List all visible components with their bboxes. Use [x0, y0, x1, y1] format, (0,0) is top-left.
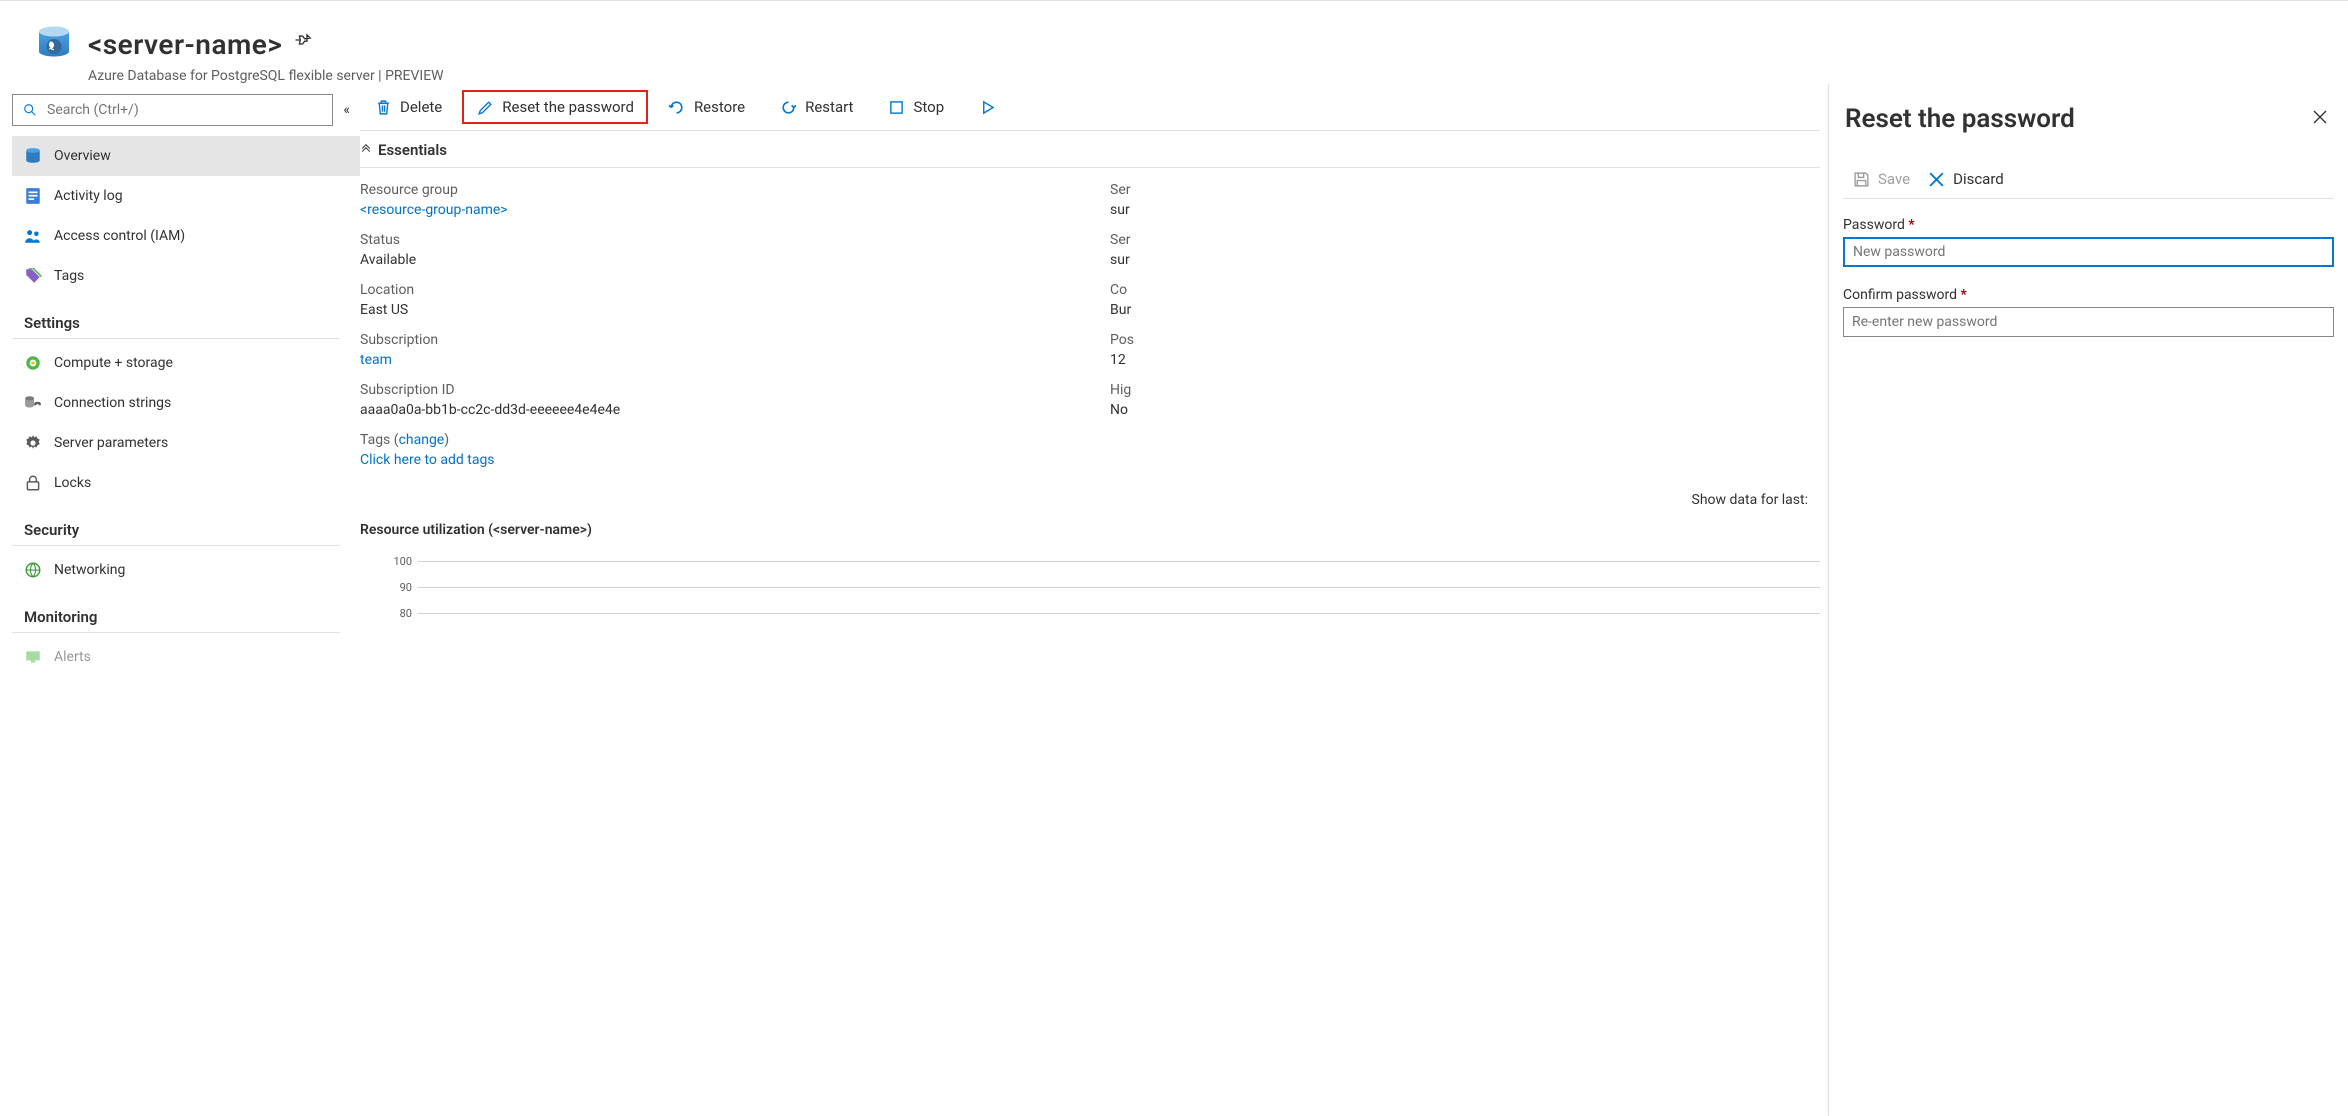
tags-change-link[interactable]: change	[399, 432, 445, 448]
sidebar-item-locks[interactable]: Locks	[12, 463, 360, 503]
sidebar-item-label: Overview	[54, 148, 111, 164]
gear-icon	[24, 434, 42, 452]
restart-icon	[779, 98, 797, 116]
play-icon	[978, 98, 996, 116]
log-icon	[24, 187, 42, 205]
ess-label-location: Location	[360, 282, 1070, 298]
cmd-reset-password[interactable]: Reset the password	[462, 90, 648, 124]
ess-value-server-name: sur	[1110, 202, 1820, 218]
ess-label-ha: Hig	[1110, 382, 1820, 398]
tag-icon	[24, 267, 42, 285]
cmd-delete[interactable]: Delete	[360, 90, 456, 124]
ess-label-status: Status	[360, 232, 1070, 248]
conn-icon	[24, 394, 42, 412]
save-icon	[1853, 171, 1870, 188]
chevron-up-icon	[360, 144, 372, 156]
collapse-sidebar-icon[interactable]: «	[343, 102, 350, 118]
ess-value-sub-id: aaaa0a0a-bb1b-cc2c-dd3d-eeeeee4e4e4e	[360, 402, 1070, 418]
discard-icon	[1928, 171, 1945, 188]
sidebar-item-label: Activity log	[54, 188, 123, 204]
sidebar-item-alerts[interactable]: Alerts	[12, 637, 360, 677]
sidebar-item-connection-strings[interactable]: Connection strings	[12, 383, 360, 423]
panel-save-button[interactable]: Save	[1853, 170, 1910, 188]
sidebar-item-activity-log[interactable]: Activity log	[12, 176, 360, 216]
chart-title: Resource utilization (<server-name>)	[360, 508, 1828, 548]
resource-title: <server-name>	[88, 28, 282, 61]
confirm-password-label: Confirm password *	[1843, 287, 2334, 303]
ess-value-status: Available	[360, 252, 1070, 268]
pin-icon[interactable]	[294, 33, 312, 55]
sidebar-item-networking[interactable]: Networking	[12, 550, 360, 590]
close-icon[interactable]	[2312, 109, 2328, 129]
nav-search-box[interactable]	[12, 94, 333, 126]
sidebar-group-monitoring: Monitoring	[12, 590, 340, 633]
cmd-restart[interactable]: Restart	[765, 90, 867, 124]
ess-value-ha: No	[1110, 402, 1820, 418]
ess-label-pg-version: Pos	[1110, 332, 1820, 348]
sidebar-group-security: Security	[12, 503, 340, 546]
cmd-start[interactable]	[964, 90, 998, 124]
show-data-for-last: Show data for last:	[360, 468, 1828, 508]
sidebar-item-label: Access control (IAM)	[54, 228, 185, 244]
password-input[interactable]	[1843, 237, 2334, 267]
essentials-toggle[interactable]: Essentials	[360, 130, 1820, 168]
sidebar-item-label: Server parameters	[54, 435, 168, 451]
ess-label-configuration: Co	[1110, 282, 1820, 298]
panel-discard-button[interactable]: Discard	[1928, 170, 2004, 188]
network-icon	[24, 561, 42, 579]
server-icon	[24, 147, 42, 165]
nav-search-input[interactable]	[45, 101, 322, 119]
sidebar-item-label: Compute + storage	[54, 355, 173, 371]
cmd-stop[interactable]: Stop	[873, 90, 958, 124]
resource-postgres-icon	[32, 22, 76, 66]
ess-label-subscription: Subscription	[360, 332, 1070, 348]
ess-label-server-admin: Ser	[1110, 232, 1820, 248]
sidebar-item-label: Locks	[54, 475, 91, 491]
pencil-icon	[476, 98, 494, 116]
tags-add-link[interactable]: Click here to add tags	[360, 452, 1828, 468]
stop-icon	[887, 98, 905, 116]
password-label: Password *	[1843, 217, 2334, 233]
compute-icon	[24, 354, 42, 372]
main-content: Delete Reset the password Restore	[360, 84, 1828, 1116]
sidebar-item-server-parameters[interactable]: Server parameters	[12, 423, 360, 463]
tags-label: Tags (change)	[360, 432, 449, 448]
cmd-restore[interactable]: Restore	[654, 90, 759, 124]
restore-icon	[668, 98, 686, 116]
sidebar-item-label: Alerts	[54, 649, 91, 665]
ess-value-subscription[interactable]: team	[360, 352, 1070, 368]
trash-icon	[374, 98, 392, 116]
nav-sidebar: « Overview Activity log	[0, 84, 360, 1116]
panel-title: Reset the password	[1845, 104, 2075, 134]
ess-value-configuration: Bur	[1110, 302, 1820, 318]
confirm-password-input[interactable]	[1843, 307, 2334, 337]
sidebar-item-label: Networking	[54, 562, 125, 578]
sidebar-item-overview[interactable]: Overview	[12, 136, 360, 176]
ess-label-resource-group: Resource group	[360, 182, 1070, 198]
ess-label-sub-id: Subscription ID	[360, 382, 1070, 398]
ess-label-server-name: Ser	[1110, 182, 1820, 198]
sidebar-item-access-control[interactable]: Access control (IAM)	[12, 216, 360, 256]
lock-icon	[24, 474, 42, 492]
reset-password-panel: Reset the password Save Discard P	[1828, 84, 2348, 1116]
resource-utilization-chart: 100 90 80	[360, 548, 1828, 626]
people-icon	[24, 227, 42, 245]
ess-value-resource-group[interactable]: <resource-group-name>	[360, 202, 1070, 218]
ess-value-server-admin: sur	[1110, 252, 1820, 268]
search-icon	[23, 103, 37, 117]
sidebar-item-label: Connection strings	[54, 395, 171, 411]
resource-subtitle: Azure Database for PostgreSQL flexible s…	[88, 68, 2348, 84]
sidebar-group-settings: Settings	[12, 296, 340, 339]
ess-value-pg-version: 12	[1110, 352, 1820, 368]
ess-value-location: East US	[360, 302, 1070, 318]
alerts-icon	[24, 648, 42, 666]
sidebar-item-label: Tags	[54, 268, 84, 284]
sidebar-item-tags[interactable]: Tags	[12, 256, 360, 296]
sidebar-item-compute-storage[interactable]: Compute + storage	[12, 343, 360, 383]
